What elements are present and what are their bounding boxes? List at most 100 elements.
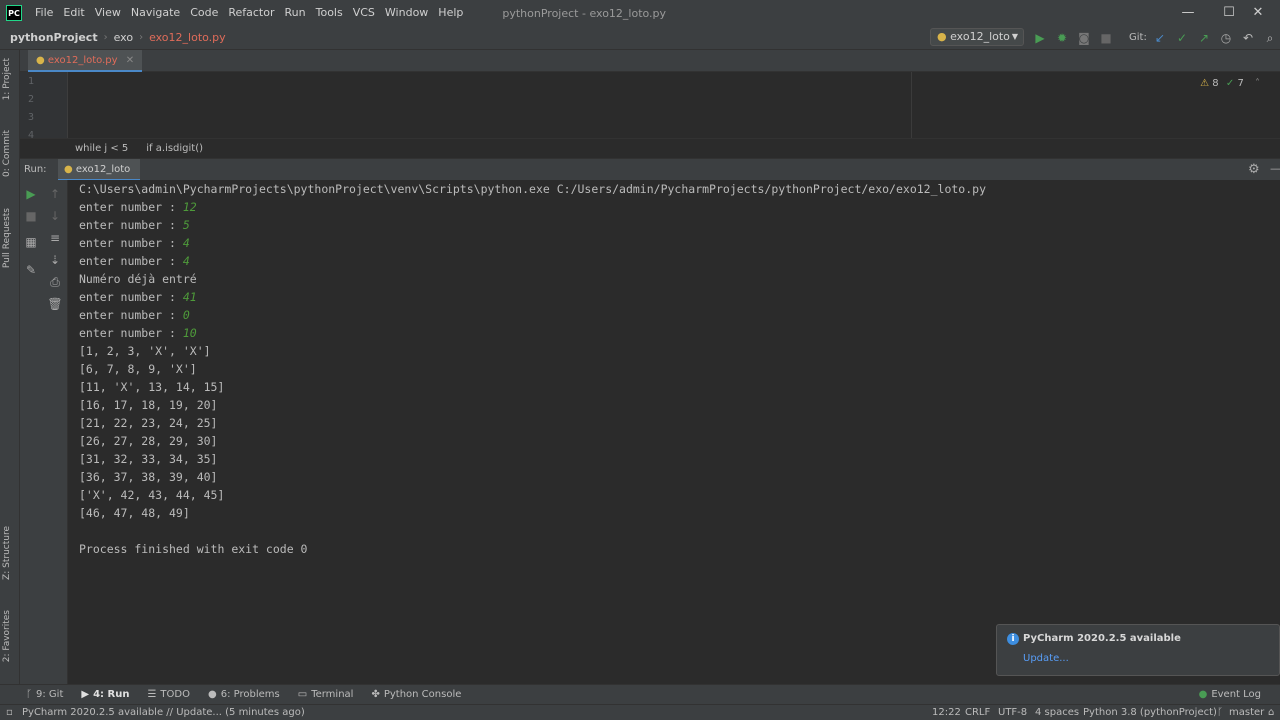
title-bar: PC File Edit View Navigate Code Refactor… — [0, 0, 1280, 26]
rerun-icon[interactable]: ▶ — [23, 186, 39, 202]
trash-icon[interactable]: 🗑 — [47, 296, 63, 312]
pull-requests-tool-tab[interactable]: Pull Requests — [2, 208, 12, 268]
console-prompt-line: enter number : 12 — [79, 200, 197, 214]
code-breadcrumb-while[interactable]: while j < 5 — [20, 143, 128, 154]
menu-file[interactable]: File — [30, 0, 58, 26]
status-message[interactable]: PyCharm 2020.2.5 available // Update... … — [22, 705, 305, 720]
down-arrow-icon[interactable]: ↓ — [47, 208, 63, 224]
close-window-button[interactable]: ✕ — [1236, 0, 1280, 26]
python-icon: ● — [937, 30, 947, 43]
scroll-to-end-icon[interactable]: ⇣ — [47, 252, 63, 268]
line-separator[interactable]: CRLF — [965, 705, 990, 720]
minimize-button[interactable]: — — [1166, 0, 1210, 26]
hide-icon[interactable]: — — [1270, 162, 1280, 175]
rollback-icon[interactable]: ↶ — [1240, 30, 1256, 46]
console-prompt-line: enter number : 5 — [79, 218, 190, 232]
menu-navigate[interactable]: Navigate — [126, 0, 185, 26]
menu-refactor[interactable]: Refactor — [223, 0, 279, 26]
python-interpreter[interactable]: Python 3.8 (pythonProject) — [1083, 705, 1217, 720]
menu-edit[interactable]: Edit — [58, 0, 89, 26]
status-square-icon: ▫ — [6, 707, 13, 718]
console-grid-row: ['X', 42, 43, 44, 45] — [79, 488, 225, 502]
problems-tool-tab[interactable]: ● 6: Problems — [199, 689, 289, 700]
chevron-right-icon: › — [139, 32, 144, 43]
menu-view[interactable]: View — [90, 0, 126, 26]
chevron-down-icon: ▼ — [1011, 32, 1018, 41]
todo-tool-tab[interactable]: ☰ TODO — [138, 689, 199, 700]
up-arrow-icon[interactable]: ↑ — [47, 186, 63, 202]
console-prompt-line: enter number : 4 — [79, 236, 190, 250]
project-tool-tab[interactable]: 1: Project — [2, 58, 12, 100]
print-icon[interactable]: ⎙ — [47, 274, 63, 290]
run-tab-exo12-loto[interactable]: ● exo12_loto — [58, 159, 141, 181]
notification-update-link[interactable]: Update... — [1023, 653, 1069, 664]
warning-icon: ⚠ — [1200, 78, 1210, 89]
left-tool-strip: 1: Project 0: Commit Pull Requests Z: St… — [0, 50, 20, 684]
menu-run[interactable]: Run — [280, 0, 311, 26]
coverage-icon[interactable]: ◙ — [1076, 30, 1092, 46]
bottom-tool-tabs: ᚴ 9: Git ▶ 4: Run ☰ TODO ● 6: Problems ▭ Term… — [0, 684, 1280, 704]
terminal-tool-tab[interactable]: ▭ Terminal — [289, 689, 363, 700]
code-breadcrumb-if[interactable]: if a.isdigit() — [128, 143, 203, 154]
caret-position[interactable]: 12:22 — [932, 705, 961, 720]
breadcrumb-file[interactable]: exo12_loto.py — [143, 31, 226, 44]
stop-icon[interactable]: ■ — [23, 208, 39, 224]
file-encoding[interactable]: UTF-8 — [998, 705, 1027, 720]
run-configuration-select[interactable]: ● exo12_loto ▼ — [930, 28, 1024, 46]
soft-wrap-icon[interactable]: ≡ — [47, 230, 63, 246]
git-branch[interactable]: master — [1229, 705, 1264, 720]
menu-tools[interactable]: Tools — [311, 0, 348, 26]
run-label: Run: — [24, 164, 47, 175]
line-number: 4 — [28, 130, 35, 138]
right-margin-guide — [911, 72, 912, 138]
menu-code[interactable]: Code — [185, 0, 223, 26]
inspections-widget[interactable]: ⚠ 8 ✓ 7 ˄ — [1200, 78, 1260, 89]
breadcrumb-folder[interactable]: exo — [108, 31, 133, 44]
console-message-line: Numéro déjà entré — [79, 272, 197, 286]
editor-tab-exo12-loto[interactable]: ● exo12_loto.py ✕ — [28, 50, 143, 72]
git-commit-icon[interactable]: ✓ — [1174, 30, 1190, 46]
event-log-icon: ● — [1198, 689, 1208, 700]
console-grid-row: [26, 27, 28, 29, 30] — [79, 434, 218, 448]
console-grid-row: [6, 7, 8, 9, 'X'] — [79, 362, 197, 376]
run-button[interactable]: ▶ — [1032, 30, 1048, 46]
event-log-tool-tab[interactable]: ● Event Log — [1190, 689, 1270, 700]
git-tool-tab[interactable]: ᚴ 9: Git — [0, 689, 72, 700]
check-icon: ✓ — [1225, 78, 1235, 89]
console-prompt-line: enter number : 0 — [79, 308, 190, 322]
gear-icon[interactable]: ⚙ — [1248, 162, 1260, 177]
console-grid-row: [21, 22, 23, 24, 25] — [79, 416, 218, 430]
menu-vcs[interactable]: VCS — [348, 0, 380, 26]
warnings-count: 8 — [1212, 78, 1219, 89]
chevron-up-icon[interactable]: ˄ — [1255, 78, 1260, 89]
menu-window[interactable]: Window — [380, 0, 433, 26]
search-icon[interactable]: ⌕ — [1262, 30, 1278, 46]
console-grid-row: [16, 17, 18, 19, 20] — [79, 398, 218, 412]
code-breadcrumb-bar: while j < 5 if a.isdigit() — [20, 138, 1280, 158]
stop-icon[interactable]: ■ — [1098, 30, 1114, 46]
pin-icon[interactable]: ✎ — [23, 262, 39, 278]
git-branch-icon: ᚴ — [26, 689, 32, 700]
code-editor[interactable]: 1 2 3 4 ⚠ 8 ✓ 7 ˄ — [20, 72, 1280, 138]
commit-tool-tab[interactable]: 0: Commit — [2, 130, 12, 177]
debug-icon[interactable]: ✹ — [1054, 30, 1070, 46]
structure-tool-tab[interactable]: Z: Structure — [2, 526, 12, 580]
indent-setting[interactable]: 4 spaces — [1035, 705, 1079, 720]
git-update-icon[interactable]: ↙ — [1152, 30, 1168, 46]
history-icon[interactable]: ◷ — [1218, 30, 1234, 46]
python-console-tool-tab[interactable]: ✤ Python Console — [362, 689, 470, 700]
run-console-output[interactable]: C:\Users\admin\PycharmProjects\pythonPro… — [68, 180, 1280, 684]
git-branch-icon: ᚴ — [1217, 707, 1223, 718]
layout-icon[interactable]: ▦ — [23, 234, 39, 250]
menu-help[interactable]: Help — [433, 0, 468, 26]
notification-title: PyCharm 2020.2.5 available — [1023, 633, 1181, 644]
git-label: Git: — [1129, 32, 1147, 43]
close-tab-icon[interactable]: ✕ — [126, 55, 134, 66]
favorites-tool-tab[interactable]: 2: Favorites — [2, 610, 12, 662]
weak-warnings-count: 7 — [1237, 78, 1244, 89]
run-tool-tab[interactable]: ▶ 4: Run — [72, 689, 138, 700]
breadcrumb-project[interactable]: pythonProject — [0, 31, 98, 44]
window-title: pythonProject - exo12_loto.py — [502, 6, 667, 20]
line-number: 1 — [28, 76, 35, 87]
git-push-icon[interactable]: ↗ — [1196, 30, 1212, 46]
